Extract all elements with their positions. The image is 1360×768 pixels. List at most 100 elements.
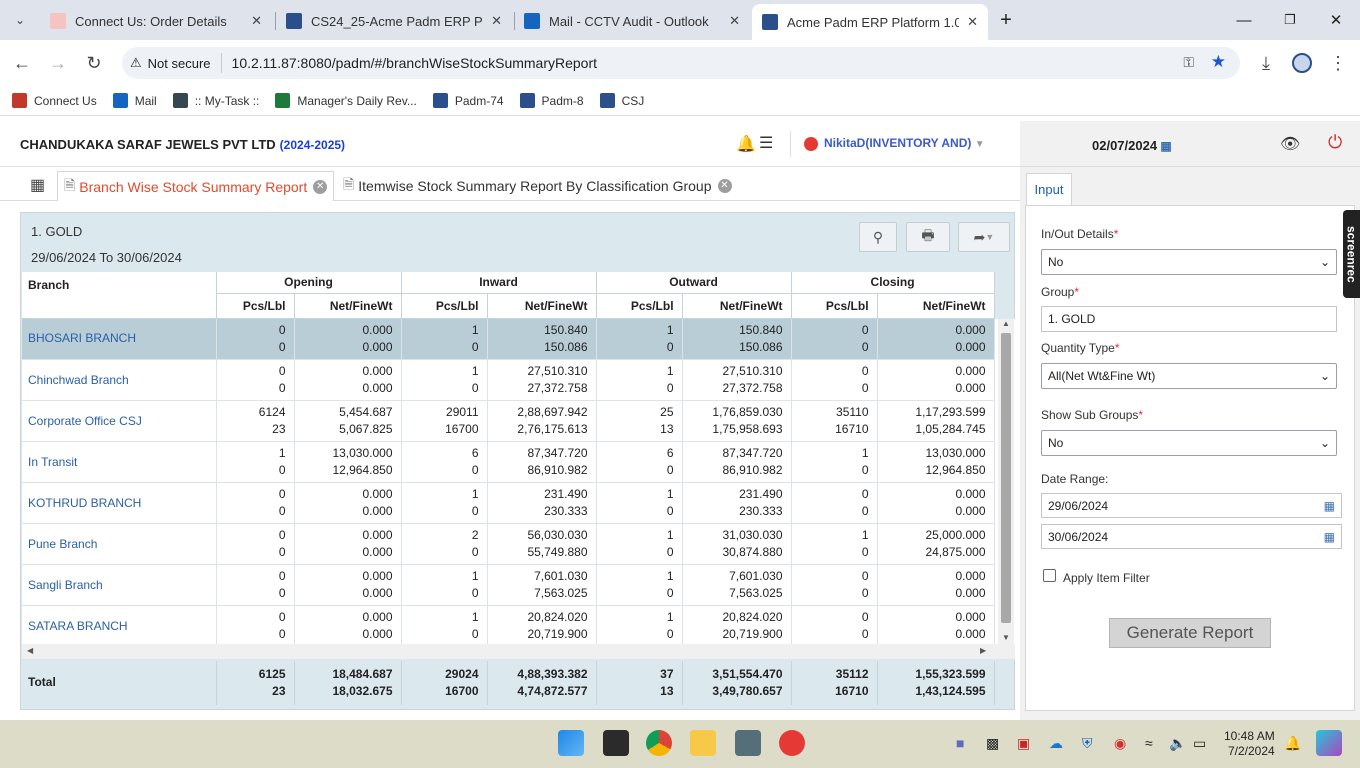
bookmark-padm-8[interactable]: Padm-8 [519, 93, 584, 108]
camera-app-icon[interactable] [735, 730, 761, 756]
tab-branch-wise-stock[interactable]: 🗎 Branch Wise Stock Summary Report ✕ [57, 171, 335, 201]
close-tab-icon[interactable]: ✕ [491, 13, 502, 29]
table-row[interactable]: Chinchwad Branch 0 0 0.000 0.000 1 0 27,510.310… [22, 359, 995, 401]
subheader-pcs[interactable]: Pcs/Lbl [596, 293, 683, 319]
branch-cell[interactable]: Pune Branch [22, 523, 217, 565]
table-row[interactable]: In Transit 1 0 13,030.000 12,964.850 6 0 87,347… [22, 441, 995, 483]
close-tab-icon[interactable]: ✕ [729, 13, 740, 29]
url-text[interactable]: 10.2.11.87:8080/padm/#/branchWiseStockSu… [232, 55, 598, 71]
address-bar[interactable]: ⚠ Not secure 10.2.11.87:8080/padm/#/bran… [122, 47, 1240, 79]
screenrec-widget[interactable]: screenrec [1343, 210, 1360, 298]
tray-app-icon[interactable]: ▣ [1017, 735, 1030, 752]
bookmark-padm-74[interactable]: Padm-74 [432, 93, 504, 108]
quantity-type-select[interactable]: All(Net Wt&Fine Wt) ⌄ [1041, 363, 1337, 389]
bookmark-star-icon[interactable]: ★ [1211, 52, 1226, 72]
share-button[interactable]: ➦ ▼ [958, 222, 1010, 252]
branch-cell[interactable]: In Transit [22, 441, 217, 483]
apply-item-filter-checkbox[interactable] [1043, 569, 1056, 582]
file-explorer-icon[interactable] [690, 730, 716, 756]
subheader-pcs[interactable]: Pcs/Lbl [791, 293, 878, 319]
browser-tab-cs24[interactable]: CS24_25-Acme Padm ERP Platfo ✕ [276, 6, 512, 36]
branch-cell[interactable]: Sangli Branch [22, 564, 217, 606]
volume-icon[interactable]: 🔈 [1169, 735, 1186, 752]
list-menu-icon[interactable]: ☰ [759, 133, 773, 153]
battery-icon[interactable]: ▭ [1193, 735, 1206, 752]
calendar-icon[interactable]: ▦ [1324, 499, 1335, 513]
branch-cell[interactable]: KOTHRUD BRANCH [22, 482, 217, 524]
browser-tab-active[interactable]: Acme Padm ERP Platform 1.00 2 ✕ [752, 4, 988, 40]
system-clock[interactable]: 10:48 AM 7/2/2024 [1224, 729, 1275, 759]
apps-grid-icon[interactable]: ▦ [30, 175, 45, 195]
not-secure-indicator[interactable]: ⚠ Not secure [130, 53, 222, 73]
forward-icon[interactable]: → [44, 49, 72, 77]
subheader-wt[interactable]: Net/FineWt [877, 293, 995, 319]
profile-avatar-icon[interactable] [1288, 49, 1316, 77]
power-logout-icon[interactable]: ⏻ [1328, 132, 1342, 153]
close-tab-icon[interactable]: ✕ [717, 179, 732, 193]
generate-report-button[interactable]: Generate Report [1109, 618, 1271, 648]
download-icon[interactable]: ⤓ [1252, 49, 1280, 77]
copilot-icon[interactable] [1316, 730, 1342, 756]
subheader-wt[interactable]: Net/FineWt [487, 293, 597, 319]
restore-icon[interactable]: ❐ [1270, 6, 1310, 34]
print-button[interactable]: 🖶 [906, 222, 950, 252]
browser-tab-outlook[interactable]: Mail - CCTV Audit - Outlook ✕ [514, 6, 750, 36]
location-pin-button[interactable]: ⚲ [859, 222, 897, 252]
windows-start-icon[interactable] [558, 730, 584, 756]
date-to-input[interactable]: 30/06/2024 ▦ [1041, 524, 1342, 549]
record-icon[interactable]: ◉ [1114, 735, 1126, 752]
branch-cell[interactable]: Chinchwad Branch [22, 359, 217, 401]
subheader-wt[interactable]: Net/FineWt [294, 293, 402, 319]
bookmark-managers-daily[interactable]: Manager's Daily Rev... [275, 93, 417, 108]
notification-icon[interactable]: 🔔 [1284, 735, 1301, 752]
password-key-icon[interactable]: ⚿ [1183, 54, 1194, 71]
table-row[interactable]: Corporate Office CSJ 6124 23 5,454.687 5,067… [22, 400, 995, 442]
horizontal-scrollbar[interactable]: ◀ ▶ [22, 643, 1015, 659]
close-tab-icon[interactable]: ✕ [313, 179, 328, 194]
hide-eye-icon[interactable]: 👁 [1280, 134, 1300, 154]
inout-select[interactable]: No ⌄ [1041, 249, 1337, 275]
table-row[interactable]: Sangli Branch 0 0 0.000 0.000 1 0 7,601.030 7,56… [22, 564, 995, 606]
tab-itemwise-stock[interactable]: 🗎 Itemwise Stock Summary Report By Class… [337, 171, 738, 201]
wifi-icon[interactable]: ≈ [1145, 735, 1153, 751]
bookmark-csj[interactable]: CSJ [599, 93, 644, 108]
chrome-icon[interactable] [646, 730, 672, 756]
notification-bell-icon[interactable]: 🔔 [736, 134, 756, 154]
user-menu[interactable]: NikitaD(INVENTORY AND) ▼ [824, 136, 985, 150]
current-date[interactable]: 02/07/2024 ▦ [1092, 138, 1172, 153]
bookmark-mail[interactable]: Mail [112, 93, 157, 108]
table-row[interactable]: KOTHRUD BRANCH 0 0 0.000 0.000 1 0 231.490 230.3… [22, 482, 995, 524]
sticky-notes-icon[interactable] [603, 730, 629, 756]
close-tab-icon[interactable]: ✕ [967, 14, 978, 30]
subheader-pcs[interactable]: Pcs/Lbl [216, 293, 295, 319]
minimize-icon[interactable]: — [1224, 6, 1264, 34]
tray-app-icon[interactable]: ▩ [986, 735, 999, 752]
branch-cell[interactable]: SATARA BRANCH [22, 605, 217, 644]
subheader-wt[interactable]: Net/FineWt [682, 293, 792, 319]
bookmark-my-task[interactable]: :: My-Task :: [172, 93, 259, 108]
onedrive-icon[interactable]: ☁ [1049, 735, 1063, 752]
browser-tab-connect-us[interactable]: Connect Us: Order Details ✕ [40, 6, 272, 36]
close-window-icon[interactable]: ✕ [1316, 6, 1356, 34]
teams-icon[interactable]: ■ [956, 735, 964, 751]
subheader-pcs[interactable]: Pcs/Lbl [401, 293, 488, 319]
security-icon[interactable]: ⛨ [1082, 735, 1093, 752]
back-icon[interactable]: ← [8, 49, 36, 77]
bookmark-connect-us[interactable]: Connect Us [12, 93, 97, 108]
wps-office-icon[interactable] [779, 730, 805, 756]
browser-menu-icon[interactable]: ⋮ [1324, 49, 1352, 77]
reload-icon[interactable]: ↻ [80, 49, 108, 77]
table-row[interactable]: BHOSARI BRANCH 0 0 0.000 0.000 1 0 150.840 150.0… [22, 318, 995, 360]
close-tab-icon[interactable]: ✕ [251, 13, 262, 29]
show-sub-groups-select[interactable]: No ⌄ [1041, 430, 1337, 456]
group-input[interactable]: 1. GOLD [1041, 306, 1337, 332]
table-row[interactable]: Pune Branch 0 0 0.000 0.000 2 0 56,030.030 55,74… [22, 523, 995, 565]
vertical-scrollbar[interactable]: ▲ ▼ [998, 318, 1014, 644]
date-from-input[interactable]: 29/06/2024 ▦ [1041, 493, 1342, 518]
branch-cell[interactable]: Corporate Office CSJ [22, 400, 217, 442]
calendar-icon[interactable]: ▦ [1324, 530, 1335, 544]
table-row[interactable]: SATARA BRANCH 0 0 0.000 0.000 1 0 20,824.020 20,… [22, 605, 995, 644]
tab-search-chevron-icon[interactable]: ⌄ [6, 6, 34, 34]
new-tab-icon[interactable]: + [986, 6, 1026, 34]
branch-cell[interactable]: BHOSARI BRANCH [22, 318, 217, 360]
